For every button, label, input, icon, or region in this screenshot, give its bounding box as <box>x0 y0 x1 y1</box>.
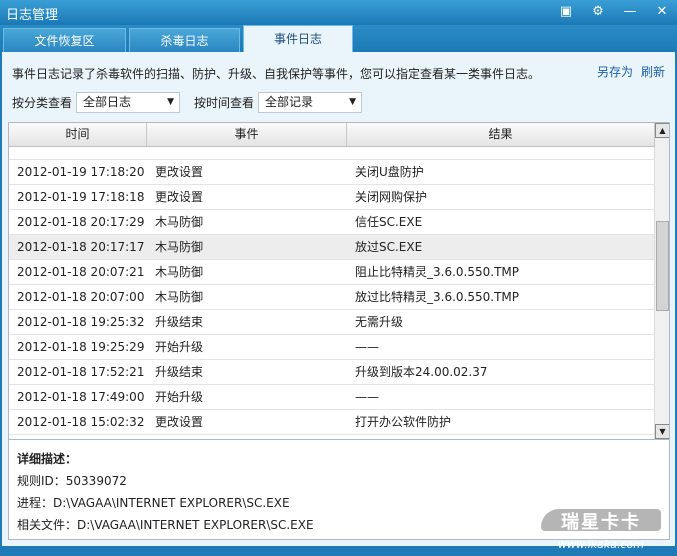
tab-bar: 文件恢复区 杀毒日志 事件日志 <box>0 25 677 52</box>
cell-result: 关闭U盘防护 <box>355 165 424 179</box>
column-event[interactable]: 事件 <box>147 123 347 146</box>
title-bar: 日志管理 ▣ ⚙ — ✕ <box>0 0 677 25</box>
cell-event: 开始升级 <box>155 340 204 354</box>
event-log-panel: 事件日志记录了杀毒软件的扫描、防护、升级、自我保护等事件，您可以指定查看某一类事… <box>2 52 675 551</box>
table-body: 2012-01-19 17:18:20 更改设置 关闭U盘防护 2012-01-19 … <box>9 135 655 439</box>
cell-time: 2012-01-18 20:07:21 <box>17 265 145 279</box>
cell-time: 2012-01-19 17:18:20 <box>17 165 145 179</box>
cell-result: —— <box>355 340 379 354</box>
cell-event: 更改设置 <box>155 415 204 429</box>
table-row[interactable]: 2012-01-18 19:25:29 开始升级 —— <box>9 335 655 360</box>
cell-time: 2012-01-19 17:18:18 <box>17 190 145 204</box>
cell-result: 打开办公软件防护 <box>355 415 452 429</box>
scroll-thumb[interactable] <box>656 221 669 311</box>
cell-event: 升级结束 <box>155 365 204 379</box>
detail-title: 详细描述： <box>17 452 78 466</box>
cell-event: 木马防御 <box>155 215 204 229</box>
cell-time: 2012-01-18 19:25:32 <box>17 315 145 329</box>
tab-virus-log[interactable]: 杀毒日志 <box>129 28 240 52</box>
scroll-down-icon[interactable]: ▼ <box>655 424 669 439</box>
scroll-up-icon[interactable]: ▲ <box>655 123 669 138</box>
cell-time: 2012-01-18 17:49:00 <box>17 390 145 404</box>
cell-time: 2012-01-18 19:25:29 <box>17 340 145 354</box>
cell-time: 2012-01-18 17:52:21 <box>17 365 145 379</box>
event-table: 时间 事件 结果 2012-01-19 17:18:20 更改设置 关闭U盘防护 20… <box>8 122 670 440</box>
table-row[interactable]: 2012-01-18 20:07:00 木马防御 放过比特精灵_3.6.0.550.… <box>9 285 655 310</box>
cell-time: 2012-01-18 20:07:00 <box>17 290 145 304</box>
table-row[interactable]: 2012-01-18 20:07:21 木马防御 阻止比特精灵_3.6.0.550.… <box>9 260 655 285</box>
refresh-link[interactable]: 刷新 <box>641 63 665 80</box>
cell-event: 升级结束 <box>155 315 204 329</box>
detail-rule-id: 规则ID：50339072 <box>17 474 127 488</box>
cell-time: 2012-01-18 20:17:17 <box>17 240 145 254</box>
category-select[interactable]: 全部日志 ▼ <box>76 92 181 113</box>
column-time[interactable]: 时间 <box>9 123 147 146</box>
tab-file-recovery[interactable]: 文件恢复区 <box>3 28 126 52</box>
chevron-down-icon: ▼ <box>167 97 175 107</box>
table-row[interactable]: 2012-01-18 17:52:21 升级结束 升级到版本24.00.02.37 <box>9 360 655 385</box>
table-row[interactable]: 2012-01-18 15:02:32 更改设置 打开办公软件防护 <box>9 410 655 435</box>
cell-result: 关闭网购保护 <box>355 190 428 204</box>
table-row[interactable]: 2012-01-19 17:18:18 更改设置 关闭网购保护 <box>9 185 655 210</box>
cell-result: 信任SC.EXE <box>355 215 423 229</box>
table-row[interactable]: 2012-01-18 20:17:29 木马防御 信任SC.EXE <box>9 210 655 235</box>
cell-result: 放过SC.EXE <box>355 240 423 254</box>
minimize-icon[interactable]: — <box>621 3 639 21</box>
cell-time: 2012-01-18 20:17:29 <box>17 215 145 229</box>
description: 事件日志记录了杀毒软件的扫描、防护、升级、自我保护等事件，您可以指定查看某一类事… <box>12 67 541 81</box>
cell-result: 无需升级 <box>355 315 404 329</box>
cell-result: 升级到版本24.00.02.37 <box>355 365 488 379</box>
time-label: 按时间查看 <box>194 96 255 110</box>
table-header: 时间 事件 结果 <box>9 123 655 147</box>
category-value: 全部日志 <box>83 95 132 109</box>
time-value: 全部记录 <box>265 95 314 109</box>
menu-icon[interactable]: ▣ <box>557 3 575 21</box>
cell-result: 阻止比特精灵_3.6.0.550.TMP <box>355 265 519 279</box>
column-result[interactable]: 结果 <box>347 123 655 146</box>
window-title: 日志管理 <box>6 8 59 23</box>
cell-time: 2012-01-18 15:02:32 <box>17 415 145 429</box>
gear-icon[interactable]: ⚙ <box>589 3 607 21</box>
detail-panel: 详细描述： 规则ID：50339072 进程：D:\VAGAA\INTERNET… <box>8 440 670 551</box>
close-icon[interactable]: ✕ <box>653 3 671 21</box>
scrollbar[interactable]: ▲ ▼ <box>654 123 669 439</box>
chevron-down-icon: ▼ <box>349 97 357 107</box>
table-row[interactable]: 2012-01-18 19:25:32 升级结束 无需升级 <box>9 310 655 335</box>
time-select[interactable]: 全部记录 ▼ <box>258 92 363 113</box>
table-row[interactable]: 2012-01-18 17:49:00 开始升级 —— <box>9 385 655 410</box>
category-label: 按分类查看 <box>12 96 73 110</box>
cell-event: 木马防御 <box>155 290 204 304</box>
cell-event: 木马防御 <box>155 265 204 279</box>
table-row[interactable]: 2012-01-19 17:18:20 更改设置 关闭U盘防护 <box>9 160 655 185</box>
save-as-link[interactable]: 另存为 <box>597 63 633 80</box>
tab-event-log[interactable]: 事件日志 <box>243 25 353 52</box>
watermark-logo: 瑞星卡卡 www.ikaka.com <box>541 509 661 551</box>
cell-result: —— <box>355 390 379 404</box>
cell-event: 更改设置 <box>155 190 204 204</box>
cell-event: 木马防御 <box>155 240 204 254</box>
cell-event: 开始升级 <box>155 390 204 404</box>
table-row[interactable]: 2012-01-18 20:17:17 木马防御 放过SC.EXE <box>9 235 655 260</box>
cell-event: 更改设置 <box>155 165 204 179</box>
cell-result: 放过比特精灵_3.6.0.550.TMP <box>355 290 519 304</box>
